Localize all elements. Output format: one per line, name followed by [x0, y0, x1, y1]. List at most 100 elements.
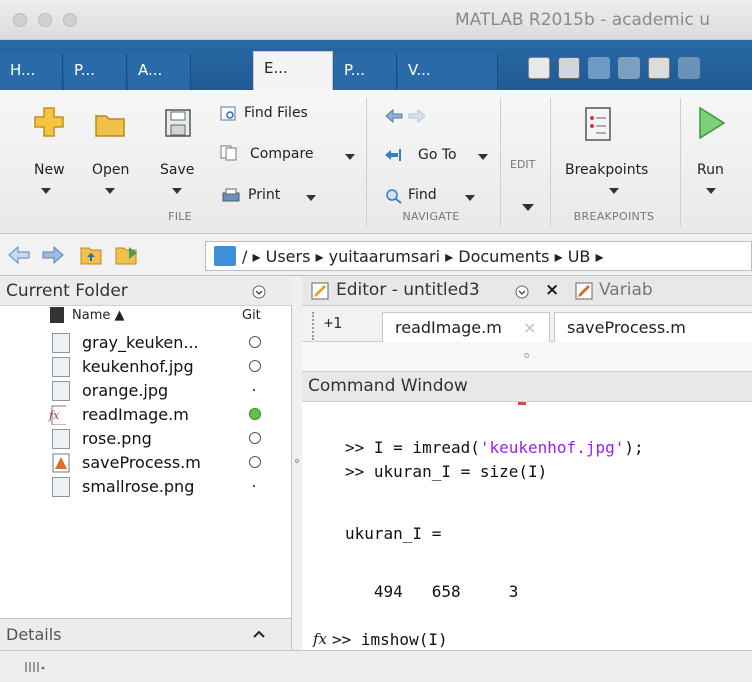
panel-resize-sash[interactable] — [292, 276, 302, 650]
tab-editor[interactable]: E... — [253, 51, 333, 91]
find-files-icon — [220, 106, 236, 121]
editor-command-splitter[interactable] — [302, 342, 752, 372]
git-status-icon — [249, 336, 261, 348]
file-row[interactable]: saveProcess.m — [52, 451, 292, 475]
save-quick-icon[interactable] — [558, 57, 580, 79]
path-segment-user[interactable]: yuitaarumsari — [329, 247, 440, 266]
print-button[interactable]: Print — [248, 187, 280, 203]
forward-arrow-icon[interactable] — [408, 108, 426, 124]
file-row[interactable]: rose.png — [52, 427, 292, 451]
new-plus-icon — [34, 107, 64, 137]
command-window-title: Command Window — [308, 376, 468, 396]
function-browser-icon[interactable]: fx — [313, 630, 327, 648]
editor-tab-readimage[interactable]: readImage.m × — [382, 312, 550, 342]
file-row[interactable]: fx readImage.m — [48, 403, 292, 427]
edit-dropdown-caret[interactable] — [522, 204, 534, 211]
file-section-label: FILE — [168, 210, 192, 223]
edit-section-label[interactable]: EDIT — [510, 158, 535, 171]
compare-dropdown-caret[interactable] — [345, 154, 355, 160]
editor-tab-saveprocess[interactable]: saveProcess.m — [554, 312, 752, 342]
path-segment-users[interactable]: Users — [266, 247, 311, 266]
panel-options-icon[interactable] — [252, 285, 266, 299]
variables-tab[interactable]: Variab — [599, 280, 653, 300]
current-folder-title: Current Folder — [6, 281, 128, 301]
editor-title: Editor - untitled3 — [336, 280, 480, 300]
print-dropdown-caret[interactable] — [306, 195, 316, 201]
file-name: smallrose.png — [82, 477, 195, 496]
editor-options-icon[interactable] — [515, 285, 529, 299]
new-dropdown-caret[interactable] — [41, 188, 51, 194]
title-bar: MATLAB R2015b - academic u — [0, 0, 752, 40]
save-dropdown-caret[interactable] — [172, 188, 182, 194]
find-files-button[interactable]: Find Files — [244, 105, 308, 121]
path-segment-documents[interactable]: Documents — [458, 247, 549, 266]
open-dropdown-caret[interactable] — [105, 188, 115, 194]
command-line-2: >> ukuran_I = size(I) — [345, 462, 548, 481]
find-dropdown-caret[interactable] — [465, 195, 475, 201]
goto-button[interactable]: Go To — [418, 147, 457, 163]
file-name: rose.png — [82, 429, 152, 448]
goto-dropdown-caret[interactable] — [478, 154, 488, 160]
save-button[interactable]: Save — [160, 162, 194, 178]
details-panel-header[interactable]: Details — [0, 618, 292, 650]
chevron-up-icon[interactable] — [252, 629, 266, 639]
new-button[interactable]: New — [34, 162, 65, 178]
find-button[interactable]: Find — [408, 187, 437, 203]
breakpoints-button[interactable]: Breakpoints — [565, 162, 648, 178]
splitter-grip — [524, 353, 529, 358]
toolstrip-tabs: H... P... A... E... P... V... — [0, 40, 752, 91]
git-status-icon — [249, 408, 261, 420]
divider — [366, 98, 367, 226]
git-status-icon — [253, 389, 255, 391]
path-breadcrumb: / ▸ Users ▸ yuitaarumsari ▸ Documents ▸ … — [242, 247, 604, 266]
close-window-button[interactable] — [13, 13, 27, 27]
command-prompt-line[interactable]: >> imshow(I) — [332, 630, 448, 649]
open-button[interactable]: Open — [92, 162, 129, 178]
output-values: 494 658 3 — [345, 582, 519, 601]
file-row[interactable]: keukenhof.jpg — [52, 355, 292, 379]
divider — [550, 98, 551, 226]
copy-quick-icon[interactable] — [618, 57, 640, 79]
up-folder-icon[interactable] — [80, 245, 102, 265]
compare-icon — [220, 145, 237, 161]
command-window[interactable]: >> I = imread('keukenhof.jpg'); >> ukura… — [302, 402, 752, 650]
compare-button[interactable]: Compare — [250, 146, 314, 162]
close-editor-icon[interactable]: × — [545, 280, 559, 300]
minimize-window-button[interactable] — [38, 13, 52, 27]
tab-apps[interactable]: A... — [128, 54, 191, 90]
back-nav-icon[interactable] — [8, 246, 30, 264]
undo-quick-icon[interactable] — [678, 57, 700, 79]
tab-plots[interactable]: P... — [64, 54, 127, 90]
code-string: 'keukenhof.jpg' — [479, 438, 625, 457]
paste-quick-icon[interactable] — [648, 57, 670, 79]
git-status-icon — [249, 432, 261, 444]
cut-quick-icon[interactable] — [588, 57, 610, 79]
file-row[interactable]: gray_keuken... — [52, 331, 292, 355]
new-script-quick-icon[interactable] — [528, 57, 550, 79]
breakpoints-dropdown-caret[interactable] — [609, 188, 619, 194]
tab-view[interactable]: V... — [398, 54, 498, 90]
zoom-window-button[interactable] — [63, 13, 77, 27]
browse-folder-icon[interactable] — [115, 245, 139, 265]
file-name: gray_keuken... — [82, 333, 199, 352]
forward-nav-icon[interactable] — [42, 246, 64, 264]
tab-overflow-button[interactable]: +1 — [312, 312, 348, 340]
scrolled-text-fragment — [518, 402, 526, 405]
breakpoints-icon — [585, 107, 611, 141]
file-name: orange.jpg — [82, 381, 169, 400]
tab-publish[interactable]: P... — [334, 54, 397, 90]
name-column-header[interactable]: Name ▲ — [72, 308, 124, 330]
current-path-field[interactable]: / ▸ Users ▸ yuitaarumsari ▸ Documents ▸ … — [205, 241, 752, 271]
close-tab-icon[interactable]: × — [523, 318, 536, 337]
file-row[interactable]: orange.jpg — [52, 379, 292, 403]
run-dropdown-caret[interactable] — [706, 188, 716, 194]
divider — [680, 98, 681, 226]
git-column-header[interactable]: Git — [242, 308, 261, 330]
tab-home[interactable]: H... — [0, 54, 63, 90]
path-segment-ub[interactable]: UB — [568, 247, 591, 266]
file-name: readImage.m — [82, 405, 189, 424]
path-segment-root[interactable]: / — [242, 247, 247, 266]
run-button[interactable]: Run — [697, 162, 724, 178]
file-row[interactable]: smallrose.png — [52, 475, 292, 499]
back-arrow-icon[interactable] — [385, 108, 403, 124]
